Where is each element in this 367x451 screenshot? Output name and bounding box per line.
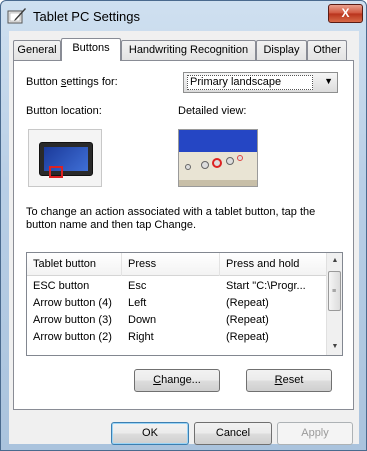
hardware-button-icon [201,161,209,169]
tab-handwriting-recognition[interactable]: Handwriting Recognition [121,40,256,60]
detail-bezel-bottom [179,180,257,186]
tab-buttons[interactable]: Buttons [61,38,121,61]
button-settings-for-label: Button settings for: [26,76,118,88]
tab-other[interactable]: Other [307,40,347,60]
list-item[interactable]: Arrow button (4) Left (Repeat) [27,295,327,312]
tab-display[interactable]: Display [256,40,307,60]
tab-general[interactable]: General [13,40,61,60]
window-title: Tablet PC Settings [33,9,140,24]
hardware-button-icon [237,155,243,161]
reset-button[interactable]: Reset [246,369,332,392]
tab-label: Display [263,44,300,56]
grip-icon: ≡ [332,288,337,295]
column-header-press-and-hold[interactable]: Press and hold [220,253,327,276]
list-cell: Left [128,297,147,309]
tab-label: Handwriting Recognition [128,44,249,56]
list-cell: Esc [128,280,147,292]
detailed-view-image [178,129,258,187]
button-location-image [28,129,102,187]
title-bar[interactable]: Tablet PC Settings X [1,1,366,31]
hardware-button-icon [185,164,191,170]
tablet-pen-icon [7,8,26,24]
button-location-label: Button location: [26,105,102,117]
detail-screen-edge [179,130,257,152]
tab-label: Other [313,44,341,56]
list-cell: (Repeat) [226,314,269,326]
column-header-tablet-button[interactable]: Tablet button [27,253,122,276]
list-scrollbar[interactable]: ▲ ≡ ▼ [326,253,342,355]
list-cell: Right [128,331,154,343]
cancel-button[interactable]: Cancel [194,422,272,445]
dropdown-selected-value: Primary landscape [187,75,313,90]
apply-button[interactable]: Apply [277,422,353,445]
button-settings-for-dropdown[interactable]: Primary landscape ▼ [183,72,338,93]
detailed-view-label: Detailed view: [178,105,247,117]
instructions-text: To change an action associated with a ta… [26,206,316,231]
tablet-pc-settings-window: Tablet PC Settings X General Buttons Han… [0,0,367,451]
tab-label: Buttons [72,42,110,54]
list-cell: ESC button [33,280,90,292]
column-header-press[interactable]: Press [122,253,220,276]
tab-strip: General Buttons Handwriting Recognition … [13,38,353,61]
list-cell: Start "C:\Progr... [226,280,306,292]
scroll-up-arrow-icon[interactable]: ▲ [327,253,342,269]
scroll-down-arrow-icon[interactable]: ▼ [327,339,342,355]
change-button[interactable]: Change... [134,369,220,392]
scrollbar-thumb[interactable]: ≡ [328,271,341,311]
close-button[interactable]: X [328,4,363,23]
detail-bezel [179,152,257,180]
chevron-down-icon: ▼ [324,76,333,86]
list-cell: Arrow button (2) [33,331,112,343]
list-cell: Arrow button (3) [33,314,112,326]
ok-button[interactable]: OK [111,422,189,445]
buttons-tab-panel: Button settings for: Primary landscape ▼… [13,60,354,410]
list-cell: Arrow button (4) [33,297,112,309]
tablet-button-list[interactable]: Tablet button Press Press and hold ESC b… [26,252,343,356]
tab-label: General [17,44,57,56]
list-cell: (Repeat) [226,331,269,343]
dialog-client-area: General Buttons Handwriting Recognition … [9,31,359,445]
list-cell: Down [128,314,157,326]
tablet-device-icon [39,142,93,176]
list-cell: (Repeat) [226,297,269,309]
close-icon: X [341,6,350,20]
highlighted-hardware-button-icon [212,158,222,168]
button-location-marker [49,166,63,178]
hardware-button-icon [226,157,234,165]
list-item[interactable]: Arrow button (3) Down (Repeat) [27,312,327,329]
list-item[interactable]: ESC button Esc Start "C:\Progr... [27,278,327,295]
list-item[interactable]: Arrow button (2) Right (Repeat) [27,329,327,346]
list-header: Tablet button Press Press and hold [27,253,327,276]
